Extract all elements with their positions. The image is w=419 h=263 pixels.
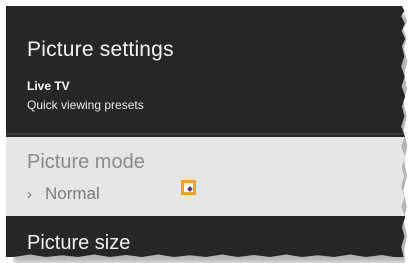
panel-description: Quick viewing presets [27,98,144,112]
header-divider [6,133,406,135]
focus-indicator[interactable] [181,180,196,195]
chevron-right-icon: › [27,185,32,203]
menu-item-picture-mode[interactable]: Picture mode › Normal [6,137,406,216]
picture-settings-panel: Picture settings Live TV Quick viewing p… [6,6,406,257]
menu-item-picture-size[interactable]: Picture size [27,232,130,255]
panel-title: Picture settings [27,38,174,61]
menu-item-value-row: › Normal [27,184,100,204]
picture-mode-value: Normal [45,184,100,203]
input-source-label: Live TV [27,79,70,93]
menu-item-label: Picture mode [27,151,145,173]
screenshot-stage: Picture settings Live TV Quick viewing p… [0,0,419,263]
diamond-icon [187,186,193,192]
